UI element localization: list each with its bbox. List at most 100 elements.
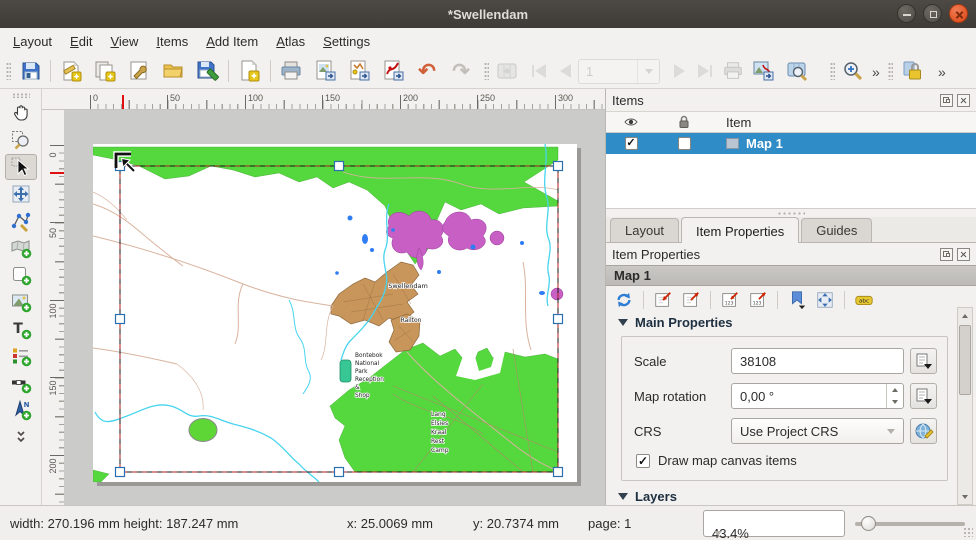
map-rotation-spinbox[interactable]: 0,00 °	[731, 383, 904, 409]
cursor-y-info: y: 20.7374 mm	[473, 516, 559, 531]
toolbar-grip[interactable]	[12, 93, 30, 98]
toolbar-overflow-chevron[interactable]: »	[872, 64, 880, 80]
toolbar-overflow-chevron-2[interactable]: »	[938, 64, 946, 80]
layers-section-header[interactable]: Layers	[618, 489, 958, 504]
export-atlas-button[interactable]	[748, 57, 778, 85]
ruler-label: 100	[248, 93, 263, 103]
ruler-corner	[42, 89, 64, 110]
pan-tool-button[interactable]	[5, 100, 37, 126]
print-atlas-button[interactable]	[718, 57, 748, 85]
svg-text:Rest: Rest	[431, 438, 445, 445]
add-legend-tool-button[interactable]	[5, 343, 37, 369]
last-feature-button[interactable]	[690, 57, 720, 85]
previous-feature-icon	[560, 64, 571, 78]
combo-arrow-icon[interactable]	[637, 60, 659, 83]
close-panel-icon[interactable]	[957, 94, 970, 107]
svg-text:Kraal: Kraal	[431, 429, 447, 436]
menu-edit[interactable]: Edit	[61, 31, 101, 52]
main-properties-section-header[interactable]: Main Properties	[618, 315, 958, 330]
item-row-map1[interactable]: ✓ Map 1	[606, 133, 976, 154]
select-crs-button[interactable]	[910, 418, 937, 444]
tab-item-properties[interactable]: Item Properties	[681, 217, 799, 243]
rotation-data-defined-override-button[interactable]	[910, 383, 937, 409]
close-panel-icon[interactable]	[957, 248, 970, 261]
layout-canvas[interactable]: Swellendam Railton Bontebok National Par…	[64, 110, 605, 505]
new-layout-button[interactable]	[56, 57, 86, 85]
add-scalebar-icon	[10, 372, 32, 394]
window-resize-grip[interactable]	[963, 527, 973, 537]
add-items-from-template-button[interactable]	[234, 57, 264, 85]
maximize-button[interactable]	[923, 4, 942, 23]
horizontal-ruler: 0 50 100 150 200 250 300	[64, 89, 605, 110]
zoom-slider[interactable]	[855, 522, 965, 526]
add-label-tool-button[interactable]: T	[5, 316, 37, 342]
section-title: Layers	[635, 489, 677, 504]
toolbar-grip[interactable]	[6, 62, 11, 80]
select-move-item-tool-button[interactable]	[5, 154, 37, 180]
lock-checkbox[interactable]	[678, 137, 691, 150]
collapse-triangle-icon	[618, 493, 628, 500]
lock-layers-button[interactable]	[898, 57, 928, 85]
menu-settings[interactable]: Settings	[314, 31, 379, 52]
layout-page[interactable]: Swellendam Railton Bontebok National Par…	[93, 144, 577, 482]
add-picture-tool-button[interactable]	[5, 289, 37, 315]
scrollbar-thumb[interactable]	[959, 325, 971, 395]
lock-column-icon	[676, 114, 692, 130]
scale-data-defined-override-button[interactable]	[910, 348, 937, 374]
panel-splitter[interactable]	[606, 209, 976, 217]
spin-arrows[interactable]	[886, 384, 903, 408]
add-scalebar-tool-button[interactable]	[5, 370, 37, 396]
move-item-content-tool-button[interactable]	[5, 181, 37, 207]
previous-feature-button[interactable]	[550, 57, 580, 85]
items-list-empty-area	[606, 154, 976, 209]
menu-add-item[interactable]: Add Item	[197, 31, 267, 52]
right-dock: Items Item ✓ Map 1 Layout I	[605, 89, 976, 505]
print-button[interactable]	[276, 57, 306, 85]
crs-combobox[interactable]: Use Project CRS	[731, 418, 904, 444]
export-svg-icon	[347, 59, 371, 83]
save-as-template-button[interactable]	[192, 57, 222, 85]
layout-manager-button[interactable]	[124, 57, 154, 85]
scroll-up-arrow[interactable]	[958, 308, 972, 323]
add-shape-tool-button[interactable]	[5, 262, 37, 288]
atlas-settings-button[interactable]	[782, 57, 812, 85]
preview-atlas-button[interactable]	[492, 57, 522, 85]
edit-nodes-tool-button[interactable]	[5, 208, 37, 234]
draw-map-canvas-items-label: Draw map canvas items	[658, 453, 797, 468]
close-button[interactable]	[949, 4, 968, 23]
item-label: Map 1	[746, 136, 783, 151]
scale-input[interactable]: 38108	[731, 348, 904, 374]
zoom-in-button[interactable]	[838, 57, 868, 85]
redo-button[interactable]: ↷	[446, 57, 476, 85]
scroll-down-arrow[interactable]	[958, 489, 972, 504]
add-north-arrow-tool-button[interactable]: N	[5, 397, 37, 423]
float-panel-icon[interactable]	[940, 248, 953, 261]
atlas-page-combo[interactable]: 1	[578, 59, 660, 84]
minimize-button[interactable]	[897, 4, 916, 23]
section-title: Main Properties	[635, 315, 733, 330]
export-as-pdf-button[interactable]	[378, 57, 408, 85]
draw-map-canvas-items-checkbox[interactable]: ✓	[636, 454, 650, 468]
tab-guides[interactable]: Guides	[801, 218, 872, 242]
tab-layout[interactable]: Layout	[610, 218, 679, 242]
ruler-label: 100	[48, 302, 58, 320]
zoom-level-combobox[interactable]: 43.4%	[703, 510, 845, 537]
save-project-button[interactable]	[16, 57, 46, 85]
undo-button[interactable]: ↶	[412, 57, 442, 85]
visibility-checkbox[interactable]: ✓	[625, 137, 638, 150]
float-panel-icon[interactable]	[940, 94, 953, 107]
menu-layout[interactable]: Layout	[4, 31, 61, 52]
menu-atlas[interactable]: Atlas	[267, 31, 314, 52]
add-map-tool-button[interactable]	[5, 235, 37, 261]
zoom-slider-handle[interactable]	[861, 516, 876, 531]
properties-scrollbar[interactable]	[957, 307, 973, 505]
export-as-svg-button[interactable]	[344, 57, 374, 85]
zoom-tool-button[interactable]	[5, 127, 37, 153]
open-layout-button[interactable]	[158, 57, 188, 85]
template-page-icon	[237, 59, 261, 83]
menu-items[interactable]: Items	[147, 31, 197, 52]
menu-view[interactable]: View	[101, 31, 147, 52]
toolbar-more-tools-button[interactable]	[5, 424, 37, 450]
export-as-image-button[interactable]	[310, 57, 340, 85]
duplicate-layout-button[interactable]	[90, 57, 120, 85]
